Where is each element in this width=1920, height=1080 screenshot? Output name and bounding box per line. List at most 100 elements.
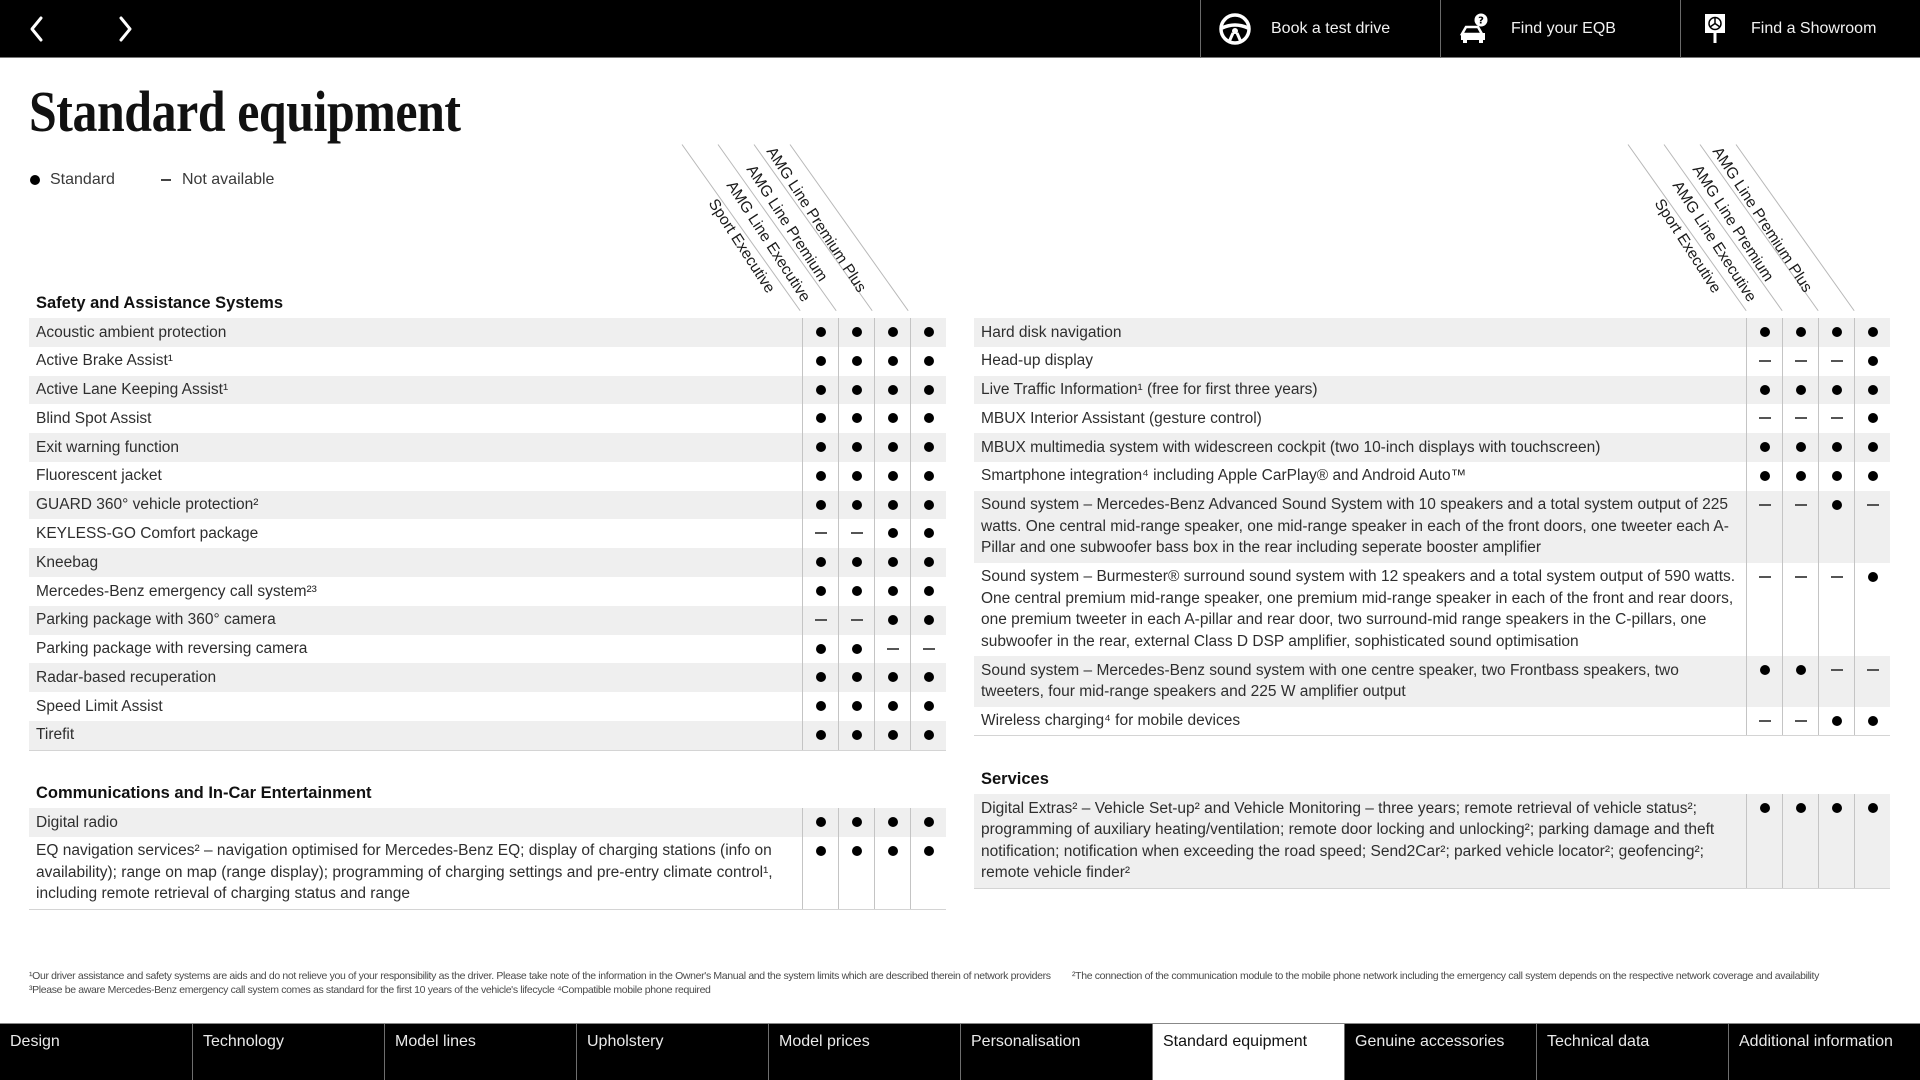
book-test-drive-button[interactable]: Book a test drive bbox=[1200, 0, 1440, 58]
section-rows: Acoustic ambient protection Active Brake … bbox=[29, 318, 946, 751]
availability-cell bbox=[838, 720, 874, 750]
availability-cell bbox=[802, 663, 838, 693]
standard-dot-icon bbox=[851, 817, 862, 827]
availability-cell bbox=[1854, 461, 1890, 491]
feature-label: Acoustic ambient protection bbox=[36, 323, 227, 341]
standard-dot-icon bbox=[851, 470, 862, 481]
not-available-dash-icon bbox=[1758, 575, 1771, 578]
not-available-dash-icon bbox=[814, 618, 827, 621]
standard-dot-icon bbox=[851, 355, 862, 366]
availability-cell bbox=[1746, 404, 1782, 434]
feature-label: Active Brake Assist¹ bbox=[36, 352, 173, 370]
find-your-eqb-button[interactable]: ? Find your EQB bbox=[1440, 0, 1680, 58]
standard-dot-icon bbox=[923, 442, 934, 453]
standard-dot-icon bbox=[815, 701, 826, 712]
book-test-drive-label: Book a test drive bbox=[1271, 20, 1391, 37]
next-page-button[interactable] bbox=[108, 12, 142, 46]
feature-label: Live Traffic Information¹ (free for firs… bbox=[981, 381, 1318, 399]
availability-cell bbox=[874, 577, 910, 606]
tab-upholstery[interactable]: Upholstery bbox=[576, 1024, 768, 1080]
availability-cell bbox=[1854, 562, 1890, 657]
tab-model-lines[interactable]: Model lines bbox=[384, 1024, 576, 1080]
feature-label: Digital Extras² – Vehicle Set-up² and Ve… bbox=[981, 799, 1715, 882]
table-row: MBUX multimedia system with widescreen c… bbox=[974, 433, 1890, 462]
table-row: Radar-based recuperation bbox=[29, 663, 946, 693]
legend-not-available-label: Not available bbox=[181, 171, 275, 188]
tab-technology[interactable]: Technology bbox=[192, 1024, 384, 1080]
tab-technical-data[interactable]: Technical data bbox=[1536, 1024, 1728, 1080]
availability-cell bbox=[838, 490, 874, 520]
standard-dot-icon bbox=[923, 470, 934, 481]
availability-cell bbox=[802, 433, 838, 462]
standard-dot-icon bbox=[1759, 470, 1770, 481]
availability-cell bbox=[1782, 375, 1818, 405]
availability-cell bbox=[910, 692, 946, 721]
availability-cell bbox=[838, 318, 874, 347]
standard-dot-icon bbox=[1867, 327, 1878, 337]
feature-label: Smartphone integration⁴ including Apple … bbox=[981, 467, 1467, 485]
availability-cell bbox=[1818, 404, 1854, 434]
table-row: KEYLESS-GO Comfort package bbox=[29, 519, 946, 549]
availability-cell bbox=[1746, 706, 1782, 736]
availability-cell bbox=[1818, 318, 1854, 347]
standard-dot-icon bbox=[30, 175, 40, 185]
standard-dot-icon bbox=[851, 499, 862, 510]
not-available-dash-icon bbox=[1830, 359, 1843, 362]
standard-dot-icon bbox=[851, 701, 862, 712]
availability-cell bbox=[1782, 461, 1818, 491]
standard-dot-icon bbox=[923, 586, 934, 597]
availability-cell bbox=[1782, 794, 1818, 888]
availability-cell bbox=[838, 375, 874, 405]
feature-label: Radar-based recuperation bbox=[36, 668, 217, 686]
tab-personalisation[interactable]: Personalisation bbox=[960, 1024, 1152, 1080]
tab-genuine-accessories[interactable]: Genuine accessories bbox=[1344, 1024, 1536, 1080]
availability-cell bbox=[1818, 375, 1854, 405]
availability-cell bbox=[874, 461, 910, 491]
standard-dot-icon bbox=[1759, 803, 1770, 813]
standard-dot-icon bbox=[923, 413, 934, 424]
bottom-section-tabs: Design Technology Model lines Upholstery Mod… bbox=[0, 1023, 1920, 1080]
standard-dot-icon bbox=[887, 701, 898, 712]
table-row: Digital radio bbox=[29, 808, 946, 837]
availability-cell bbox=[838, 605, 874, 635]
standard-dot-icon bbox=[887, 413, 898, 424]
standard-dot-icon bbox=[887, 327, 898, 337]
standard-dot-icon bbox=[1831, 715, 1842, 726]
availability-cell bbox=[802, 605, 838, 635]
availability-cell bbox=[1782, 318, 1818, 347]
not-available-dash-icon bbox=[1794, 575, 1807, 578]
not-available-dash-icon bbox=[1794, 503, 1807, 506]
not-available-dash-icon bbox=[1758, 719, 1771, 722]
find-showroom-button[interactable]: Find a Showroom bbox=[1680, 0, 1920, 58]
tab-standard-equipment[interactable]: Standard equipment bbox=[1152, 1024, 1344, 1080]
previous-page-button[interactable] bbox=[20, 12, 54, 46]
availability-cell bbox=[910, 490, 946, 520]
tab-design[interactable]: Design bbox=[0, 1024, 192, 1080]
standard-dot-icon bbox=[1867, 571, 1878, 582]
feature-label: Parking package with reversing camera bbox=[36, 640, 308, 658]
standard-dot-icon bbox=[815, 355, 826, 366]
availability-cell bbox=[1782, 562, 1818, 657]
tab-additional-information[interactable]: Additional information bbox=[1728, 1024, 1920, 1080]
table-row: Blind Spot Assist bbox=[29, 404, 946, 434]
standard-dot-icon bbox=[1831, 327, 1842, 337]
section-rows: Digital radio EQ navigation services² – n… bbox=[29, 808, 946, 910]
feature-label: Sound system – Mercedes-Benz Advanced So… bbox=[981, 496, 1729, 557]
tab-model-prices[interactable]: Model prices bbox=[768, 1024, 960, 1080]
table-row: Mercedes-Benz emergency call system²³ bbox=[29, 577, 946, 606]
standard-dot-icon bbox=[851, 672, 862, 683]
standard-dot-icon bbox=[851, 557, 862, 568]
standard-dot-icon bbox=[815, 557, 826, 568]
table-row: Speed Limit Assist bbox=[29, 692, 946, 721]
legend: Standard Not available bbox=[30, 171, 274, 189]
availability-cell bbox=[910, 836, 946, 909]
chevron-right-icon bbox=[119, 16, 132, 42]
svg-text:?: ? bbox=[1478, 16, 1484, 27]
availability-cell bbox=[910, 720, 946, 750]
table-row: Digital Extras² – Vehicle Set-up² and Ve… bbox=[974, 794, 1890, 888]
availability-cell bbox=[1854, 656, 1890, 707]
availability-cell bbox=[838, 404, 874, 434]
standard-dot-icon bbox=[851, 586, 862, 597]
availability-cell bbox=[802, 461, 838, 491]
availability-cell bbox=[838, 634, 874, 664]
